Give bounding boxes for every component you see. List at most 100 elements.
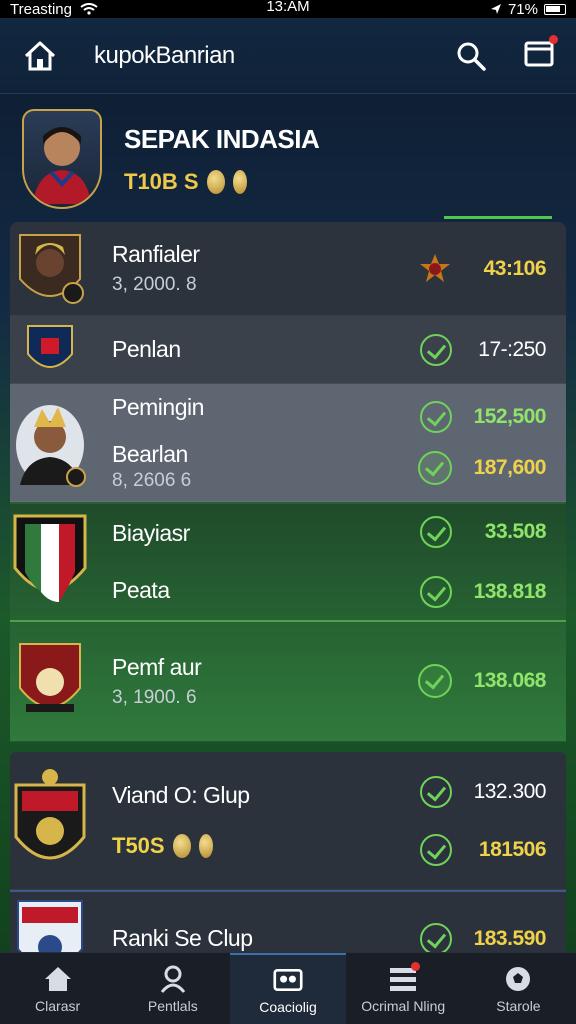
status-time: 13:AM — [266, 0, 310, 15]
home-icon[interactable] — [22, 39, 58, 73]
nav-item-stadium[interactable]: Starole — [461, 953, 576, 1024]
check-icon[interactable] — [420, 775, 452, 808]
profile-name: SEPAK INDASIA — [124, 123, 320, 154]
nav-item-players[interactable]: Pentlals — [115, 953, 230, 1024]
item-values: 132.300 181506 — [420, 775, 566, 866]
item-names: Biayiasr Peata — [90, 520, 420, 604]
value-row: 138.818 — [420, 576, 547, 608]
tab-indicator — [444, 216, 552, 219]
nav-label: Clarasr — [35, 997, 81, 1014]
list-item[interactable]: Ranfialer 3, 2000. 8 43:106 — [10, 222, 566, 316]
ranking-list: Ranfialer 3, 2000. 8 43:106 Penlan 17-:2… — [10, 222, 566, 986]
value-row: 43:106 — [418, 252, 547, 286]
value-row: 132.300 — [420, 775, 547, 808]
medal-icon — [198, 834, 213, 858]
item-names: Viand O: Glup T50S — [90, 782, 420, 859]
item-value: 183.590 — [473, 926, 547, 950]
list-subitem[interactable]: Biayiasr Peata 33.508 138.818 — [10, 504, 566, 620]
club-crest — [10, 640, 90, 722]
item-rank: T50S — [112, 833, 420, 859]
player-crest — [10, 393, 90, 493]
value-row: 17-:250 — [420, 333, 547, 366]
nav-label: Pentlals — [147, 997, 198, 1014]
shield-crest-icon — [14, 768, 86, 859]
shield-crest-icon — [19, 643, 81, 712]
item-value: 138.818 — [473, 580, 547, 603]
header-actions — [456, 35, 558, 72]
item-names: Pemingin Bearlan 8, 2606 6 — [90, 394, 418, 492]
list-subitem[interactable]: Pemf aur 3, 1900. 6 138.068 — [10, 620, 566, 742]
check-icon[interactable] — [420, 516, 452, 548]
check-icon[interactable] — [420, 833, 452, 866]
item-name: Penlan — [112, 336, 181, 362]
item-values: 152,500 187,600 — [418, 400, 566, 485]
item-values: 33.508 138.818 — [420, 516, 566, 608]
notification-badge — [549, 35, 558, 44]
profile-rank-label: T10B S — [124, 168, 199, 194]
item-name: Ranki Se Clup — [112, 925, 253, 951]
item-name-secondary: Bearlan — [112, 440, 188, 467]
divider — [10, 620, 566, 622]
check-icon[interactable] — [420, 576, 452, 608]
shield-crest-icon — [13, 514, 87, 602]
item-values: 183.590 — [420, 922, 566, 955]
profile-section: SEPAK INDASIA T10B S — [22, 104, 562, 214]
value-row: 183.590 — [420, 922, 547, 955]
item-value: 43:106 — [483, 256, 547, 280]
item-value: 138.068 — [473, 669, 547, 692]
item-names: Ranki Se Clup — [90, 925, 420, 952]
item-sub: 8, 2606 6 — [112, 469, 192, 491]
check-icon[interactable] — [420, 922, 452, 955]
profile-avatar[interactable] — [22, 109, 102, 209]
nav-item-home[interactable]: Clarasr — [0, 953, 115, 1024]
item-value: 17-:250 — [478, 337, 546, 361]
notifications-button[interactable] — [524, 35, 558, 72]
app-header: kupokBanrian — [0, 18, 576, 94]
value-row: 187,600 — [418, 450, 547, 485]
coin-icon — [206, 169, 225, 194]
nav-label: Starole — [496, 997, 541, 1014]
team-icon — [273, 965, 303, 995]
check-icon[interactable] — [420, 400, 452, 433]
item-value: 187,600 — [473, 455, 547, 479]
nav-item-ranking[interactable]: Ocrimal Nling — [346, 953, 461, 1024]
coin-icon — [172, 834, 191, 858]
value-row: 33.508 — [420, 516, 547, 548]
club-crest — [10, 512, 90, 612]
check-icon[interactable] — [420, 333, 452, 366]
medal-icon — [232, 169, 247, 194]
item-values: 17-:250 — [420, 333, 566, 366]
item-values: 138.068 — [418, 664, 566, 698]
item-name: Ranfialer — [112, 241, 200, 267]
item-name: Biayiasr — [112, 520, 190, 546]
item-name: Pemf aur — [112, 653, 202, 680]
item-name: Viand O: Glup — [112, 782, 250, 808]
header-title: kupokBanrian — [94, 41, 235, 69]
battery-icon — [544, 3, 566, 15]
item-names: Penlan — [90, 336, 420, 363]
list-item[interactable]: Viand O: Glup T50S 132.300 181506 — [10, 752, 566, 890]
notification-badge — [411, 961, 421, 971]
item-rank-label: T50S — [112, 833, 165, 858]
home-icon — [43, 964, 73, 994]
player-avatar-icon — [33, 127, 91, 204]
ball-icon — [503, 964, 533, 994]
check-icon[interactable] — [418, 664, 452, 698]
item-value: 181506 — [478, 837, 547, 861]
list-item[interactable]: Pemingin Bearlan 8, 2606 6 152,500 187,6… — [10, 384, 566, 502]
item-sub: 3, 2000. 8 — [112, 274, 197, 295]
player-avatar-icon — [16, 404, 86, 487]
item-names: Pemf aur 3, 1900. 6 — [90, 654, 418, 709]
player-crest — [10, 229, 90, 309]
check-icon[interactable] — [418, 450, 452, 485]
list-item[interactable]: Biayiasr Peata 33.508 138.818 Pemf aur 3… — [10, 502, 566, 742]
badge-icon — [420, 253, 450, 282]
club-crest — [10, 767, 90, 875]
list-item[interactable]: Penlan 17-:250 — [10, 316, 566, 384]
item-values: 43:106 — [418, 252, 566, 286]
nav-item-coaching[interactable]: Coaciolig — [230, 953, 346, 1024]
item-sub: 3, 1900. 6 — [112, 686, 197, 708]
search-icon[interactable] — [456, 41, 486, 71]
value-row: 181506 — [420, 833, 547, 866]
profile-rank: T10B S — [124, 169, 319, 195]
